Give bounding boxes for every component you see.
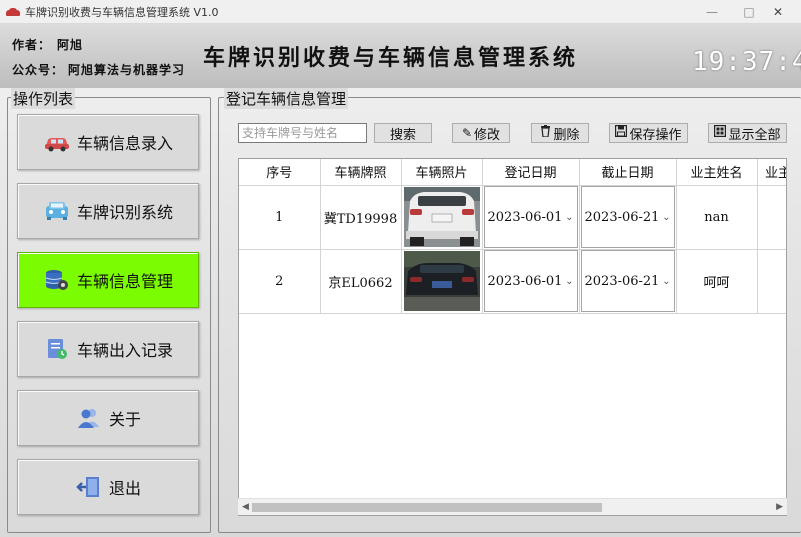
scrollbar-thumb[interactable]	[252, 503, 602, 512]
grid-icon	[714, 125, 727, 141]
search-button[interactable]: 搜索	[374, 123, 432, 143]
cell-index[interactable]: 1	[239, 185, 321, 250]
chevron-down-icon: ⌄	[662, 275, 671, 287]
scroll-right-icon[interactable]: ▶	[776, 502, 783, 512]
author-name: 阿旭	[57, 38, 84, 52]
chevron-down-icon: ⌄	[565, 275, 574, 287]
end-date-value: 2023-06-21	[584, 209, 660, 225]
end-date-value: 2023-06-21	[584, 273, 660, 289]
table-header-row: 序号 车辆牌照 车辆照片 登记日期 截止日期 业主姓名 业主	[239, 159, 786, 186]
account-name: 阿旭算法与机器学习	[68, 63, 186, 77]
account-label: 公众号：	[12, 63, 65, 77]
close-button[interactable]: ✕	[755, 0, 801, 24]
chevron-down-icon: ⌄	[565, 211, 574, 223]
horizontal-scrollbar[interactable]: ◀ ▶	[238, 498, 787, 515]
nav-label: 车辆出入记录	[76, 341, 173, 360]
cell-extra[interactable]: r	[757, 249, 786, 314]
app-title: 车牌识别收费与车辆信息管理系统	[203, 45, 579, 71]
column-header[interactable]: 车辆牌照	[320, 159, 402, 186]
column-header[interactable]: 截止日期	[579, 159, 677, 186]
nav-plate-recognition-button[interactable]: 车牌识别系统	[17, 183, 199, 239]
cell-owner[interactable]: nan	[676, 185, 758, 250]
window-title: 车牌识别收费与车辆信息管理系统 V1.0	[25, 5, 219, 19]
column-header[interactable]: 车辆照片	[401, 159, 483, 186]
car-icon	[6, 7, 20, 16]
cell-plate[interactable]: 京EL0662	[320, 249, 402, 314]
reg-date-value: 2023-06-01	[487, 209, 563, 225]
column-header[interactable]: 登记日期	[482, 159, 580, 186]
table-row[interactable]: 1 冀TD19998 2023-06-01 ⌄ 2023-06-21 ⌄ nan	[239, 185, 786, 250]
cell-plate[interactable]: 冀TD19998	[320, 185, 402, 250]
nav-entry-exit-records-button[interactable]: 车辆出入记录	[17, 321, 199, 377]
column-header[interactable]: 业主	[757, 159, 786, 186]
window-titlebar: 车牌识别收费与车辆信息管理系统 V1.0	[0, 0, 801, 24]
nav-vehicle-entry-button[interactable]: 车辆信息录入	[17, 114, 199, 170]
trash-icon	[540, 125, 551, 141]
nav-exit-button[interactable]: 退出	[17, 459, 199, 515]
nav-label: 车辆信息管理	[76, 272, 173, 291]
users-icon	[75, 407, 103, 429]
edit-button[interactable]: ✎ 修改	[452, 123, 510, 143]
author-line: 作者： 阿旭	[12, 36, 83, 53]
clock-display: 19:37:42	[692, 47, 801, 77]
delete-button[interactable]: 删除	[531, 123, 589, 143]
nav-label: 关于	[108, 410, 141, 429]
pencil-icon: ✎	[461, 126, 473, 140]
nav-label: 退出	[108, 479, 141, 498]
column-header[interactable]: 序号	[239, 159, 321, 186]
nav-label: 车牌识别系统	[76, 203, 173, 222]
document-clock-icon	[43, 338, 71, 360]
sidebar-title: 操作列表	[11, 88, 76, 109]
cell-index[interactable]: 2	[239, 249, 321, 314]
nav-about-button[interactable]: 关于	[17, 390, 199, 446]
cell-photo[interactable]	[401, 249, 483, 314]
car-front-icon	[43, 200, 71, 222]
reg-date-value: 2023-06-01	[487, 273, 563, 289]
nav-vehicle-management-button[interactable]: 车辆信息管理	[17, 252, 199, 308]
save-button[interactable]: 保存操作	[609, 123, 688, 143]
cell-photo[interactable]	[401, 185, 483, 250]
save-label: 保存操作	[629, 127, 682, 143]
chevron-down-icon: ⌄	[662, 211, 671, 223]
cell-reg-date[interactable]: 2023-06-01 ⌄	[482, 249, 580, 314]
table-row[interactable]: 2 京EL0662 2023-06-01 ⌄ 2023-06-21 ⌄ 呵呵	[239, 249, 786, 314]
cell-end-date[interactable]: 2023-06-21 ⌄	[579, 249, 677, 314]
exit-door-icon	[75, 476, 103, 498]
show-all-label: 显示全部	[728, 127, 781, 143]
cell-reg-date[interactable]: 2023-06-01 ⌄	[482, 185, 580, 250]
main-title: 登记车辆信息管理	[224, 88, 349, 109]
edit-label: 修改	[474, 127, 501, 143]
cell-extra[interactable]: n	[757, 185, 786, 250]
account-line: 公众号： 阿旭算法与机器学习	[12, 61, 185, 78]
vehicle-table[interactable]: 序号 车辆牌照 车辆照片 登记日期 截止日期 业主姓名 业主 1 冀TD1999…	[238, 158, 787, 516]
search-input[interactable]	[238, 123, 367, 143]
reg-date-picker[interactable]: 2023-06-01 ⌄	[483, 186, 578, 248]
car-icon	[43, 131, 71, 153]
end-date-picker[interactable]: 2023-06-21 ⌄	[580, 186, 675, 248]
delete-label: 删除	[553, 127, 580, 143]
database-settings-icon	[43, 269, 71, 291]
dark-car-rear-photo	[403, 251, 480, 311]
white-suv-rear-photo	[403, 187, 480, 247]
author-label: 作者：	[12, 38, 52, 52]
show-all-button[interactable]: 显示全部	[708, 123, 787, 143]
column-header[interactable]: 业主姓名	[676, 159, 758, 186]
end-date-picker[interactable]: 2023-06-21 ⌄	[580, 250, 675, 312]
search-label: 搜索	[389, 127, 416, 143]
cell-end-date[interactable]: 2023-06-21 ⌄	[579, 185, 677, 250]
cell-owner[interactable]: 呵呵	[676, 249, 758, 314]
reg-date-picker[interactable]: 2023-06-01 ⌄	[483, 250, 578, 312]
scroll-left-icon[interactable]: ◀	[242, 502, 249, 512]
save-icon	[615, 125, 628, 141]
nav-label: 车辆信息录入	[76, 134, 173, 153]
